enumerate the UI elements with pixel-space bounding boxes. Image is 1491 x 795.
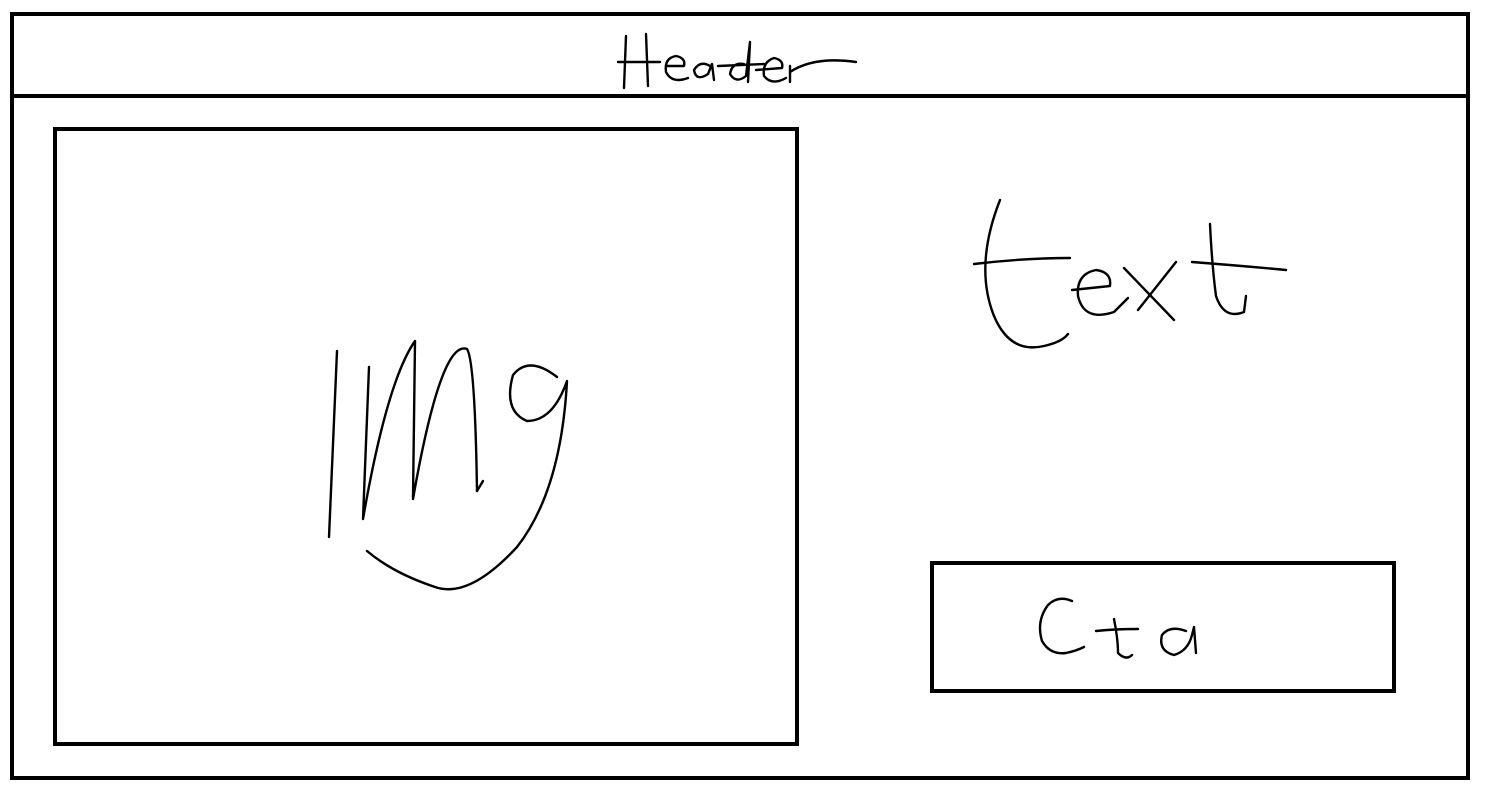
image-handwriting [327,339,569,591]
image-placeholder: Img [53,127,799,746]
cta-handwriting [1038,597,1198,659]
text-placeholder: text [954,186,1314,386]
cta-label: Cta [934,565,935,566]
header-block: Header [14,16,1466,98]
header-handwriting [616,32,858,90]
wireframe-frame: Header Img text [10,12,1470,780]
cta-button[interactable]: Cta [930,561,1396,693]
header-label: Header [14,16,15,17]
text-handwriting [972,198,1288,349]
image-label: Img [57,131,58,132]
